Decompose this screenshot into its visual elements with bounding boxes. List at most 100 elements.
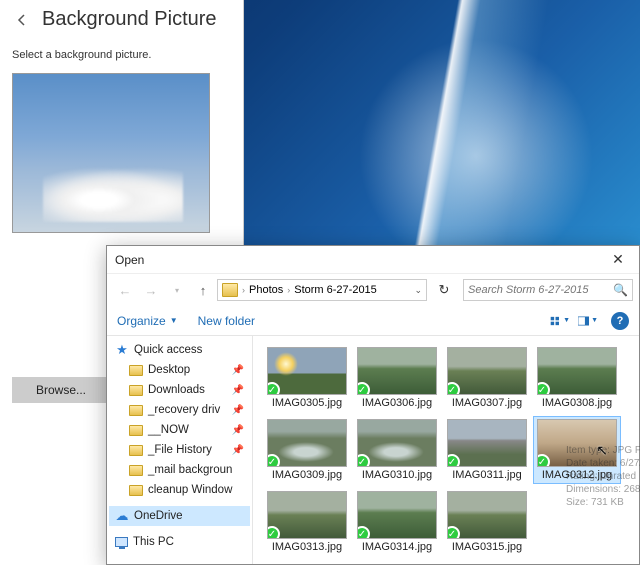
file-name: IMAG0305.jpg (272, 397, 342, 409)
file-thumb[interactable]: ✓IMAG0306.jpg (353, 344, 441, 412)
file-thumb[interactable]: ✓ IMAG0311.jpg (443, 416, 531, 484)
path-photos[interactable]: Photos (249, 284, 283, 296)
nav-tree-label: Desktop (148, 364, 190, 376)
file-name: IMAG0307.jpg (452, 397, 522, 409)
nav-recent-icon[interactable]: ▾ (165, 278, 189, 302)
nav-tree-item[interactable]: cleanup Window (109, 480, 250, 500)
sync-check-icon: ✓ (537, 454, 550, 467)
folder-icon (129, 365, 143, 376)
file-name: IMAG0311.jpg (452, 469, 522, 481)
help-icon[interactable]: ? (611, 312, 629, 330)
nav-tree-item[interactable]: Desktop📌 (109, 360, 250, 380)
pin-icon: 📌 (232, 405, 244, 416)
view-icons-button[interactable]: ▼ (549, 311, 571, 331)
sync-check-icon: ✓ (447, 526, 460, 539)
refresh-icon[interactable]: ↻ (433, 279, 455, 301)
file-thumb[interactable]: ✓ IMAG0307.jpg (443, 344, 531, 412)
search-input[interactable] (468, 284, 613, 296)
nav-tree-item[interactable]: _mail backgroun (109, 460, 250, 480)
folder-icon (222, 283, 238, 297)
dialog-title-bar[interactable]: Open ✕ (107, 246, 639, 274)
nav-onedrive[interactable]: ☁ OneDrive (109, 506, 250, 526)
chevron-right-icon: › (240, 285, 247, 295)
sync-check-icon: ✓ (537, 382, 550, 395)
browse-button[interactable]: Browse... (12, 377, 110, 403)
path-folder[interactable]: Storm 6-27-2015 (294, 284, 377, 296)
nav-tree-item[interactable]: Downloads 📌 (109, 380, 250, 400)
thumbnail-image: ✓ (267, 419, 347, 467)
file-thumb[interactable]: ✓IMAG0315.jpg (443, 488, 531, 556)
cloud-icon: ☁ (115, 509, 129, 523)
thumbnail-image: ✓ (267, 491, 347, 539)
nav-tree-label: _recovery driv (148, 404, 220, 416)
thumbnail-image: ✓ (357, 491, 437, 539)
background-preview[interactable] (12, 73, 210, 233)
organize-button[interactable]: Organize ▼ (117, 314, 178, 328)
thumbnail-image: ✓ (357, 347, 437, 395)
file-thumb[interactable]: ✓ IMAG0309.jpg (263, 416, 351, 484)
search-box[interactable]: 🔍 (463, 279, 633, 301)
sync-check-icon: ✓ (447, 454, 460, 467)
back-icon[interactable] (12, 10, 32, 30)
nav-this-pc[interactable]: This PC (109, 532, 250, 552)
dialog-toolbar: Organize ▼ New folder ▼ ▼ ? (107, 306, 639, 336)
sync-check-icon: ✓ (447, 382, 460, 395)
thumbnail-image: ✓ (537, 347, 617, 395)
file-name: IMAG0314.jpg (362, 541, 432, 553)
file-thumb[interactable]: ✓ IMAG0314.jpg (353, 488, 441, 556)
close-icon[interactable]: ✕ (605, 248, 631, 272)
thumbnail-image: ✓↖ (537, 419, 617, 467)
nav-tree-label: Downloads (148, 384, 205, 396)
folder-icon (129, 385, 143, 396)
address-bar[interactable]: › Photos › Storm 6-27-2015 ⌄ (217, 279, 427, 301)
thumbnail-image: ✓ (447, 491, 527, 539)
nav-tree: ★ Quick access Desktop📌Downloads📌_recove… (107, 336, 253, 564)
nav-tree-item[interactable]: _recovery driv 📌 (109, 400, 250, 420)
file-thumb[interactable]: ✓ IMAG0305.jpg (263, 344, 351, 412)
nav-tree-item[interactable]: __NOW 📌 (109, 420, 250, 440)
sync-check-icon: ✓ (357, 382, 370, 395)
chevron-right-icon: › (285, 285, 292, 295)
file-name: IMAG0312.jpg (542, 469, 612, 481)
nav-back-icon[interactable]: ← (113, 278, 137, 302)
nav-tree-item[interactable]: _File History 📌 (109, 440, 250, 460)
nav-tree-label: _mail backgroun (148, 464, 232, 476)
file-name: IMAG0313.jpg (272, 541, 342, 553)
nav-forward-icon[interactable]: → (139, 278, 163, 302)
folder-icon (129, 465, 143, 476)
pin-icon: 📌 (232, 385, 244, 396)
pin-icon: 📌 (232, 425, 244, 436)
thumbnail-image: ✓ (357, 419, 437, 467)
preview-pane-button[interactable]: ▼ (577, 311, 599, 331)
open-file-dialog: Open ✕ ← → ▾ ↑ › Photos › Storm 6-27-201… (106, 245, 640, 565)
sync-check-icon: ✓ (267, 454, 280, 467)
folder-icon (129, 405, 143, 416)
nav-up-icon[interactable]: ↑ (191, 278, 215, 302)
folder-icon (129, 445, 143, 456)
file-thumb[interactable]: ✓IMAG0308.jpg (533, 344, 621, 412)
file-thumb[interactable]: ✓ IMAG0313.jpg (263, 488, 351, 556)
chevron-down-icon: ▼ (170, 316, 178, 325)
pin-icon: 📌 (232, 445, 244, 456)
file-thumb[interactable]: ✓↖IMAG0312.jpg (533, 416, 621, 484)
sync-check-icon: ✓ (267, 526, 280, 539)
settings-subtitle: Select a background picture. (12, 49, 231, 61)
file-thumb[interactable]: ✓IMAG0310.jpg (353, 416, 441, 484)
sync-check-icon: ✓ (267, 382, 280, 395)
chevron-down-icon[interactable]: ⌄ (410, 285, 422, 296)
monitor-icon (115, 537, 128, 547)
dialog-title: Open (115, 253, 605, 267)
thumbnail-image: ✓ (447, 347, 527, 395)
new-folder-button[interactable]: New folder (198, 314, 255, 328)
thumbnail-image: ✓ (447, 419, 527, 467)
star-icon: ★ (115, 343, 129, 357)
nav-tree-label: _File History (148, 444, 212, 456)
nav-quick-access[interactable]: ★ Quick access (109, 340, 250, 360)
sync-check-icon: ✓ (357, 454, 370, 467)
nav-tree-label: cleanup Window (148, 484, 232, 496)
cursor-icon: ↖ (596, 442, 608, 459)
file-name: IMAG0309.jpg (272, 469, 342, 481)
search-icon[interactable]: 🔍 (613, 283, 628, 297)
folder-icon (129, 425, 143, 436)
nav-tree-label: __NOW (148, 424, 189, 436)
